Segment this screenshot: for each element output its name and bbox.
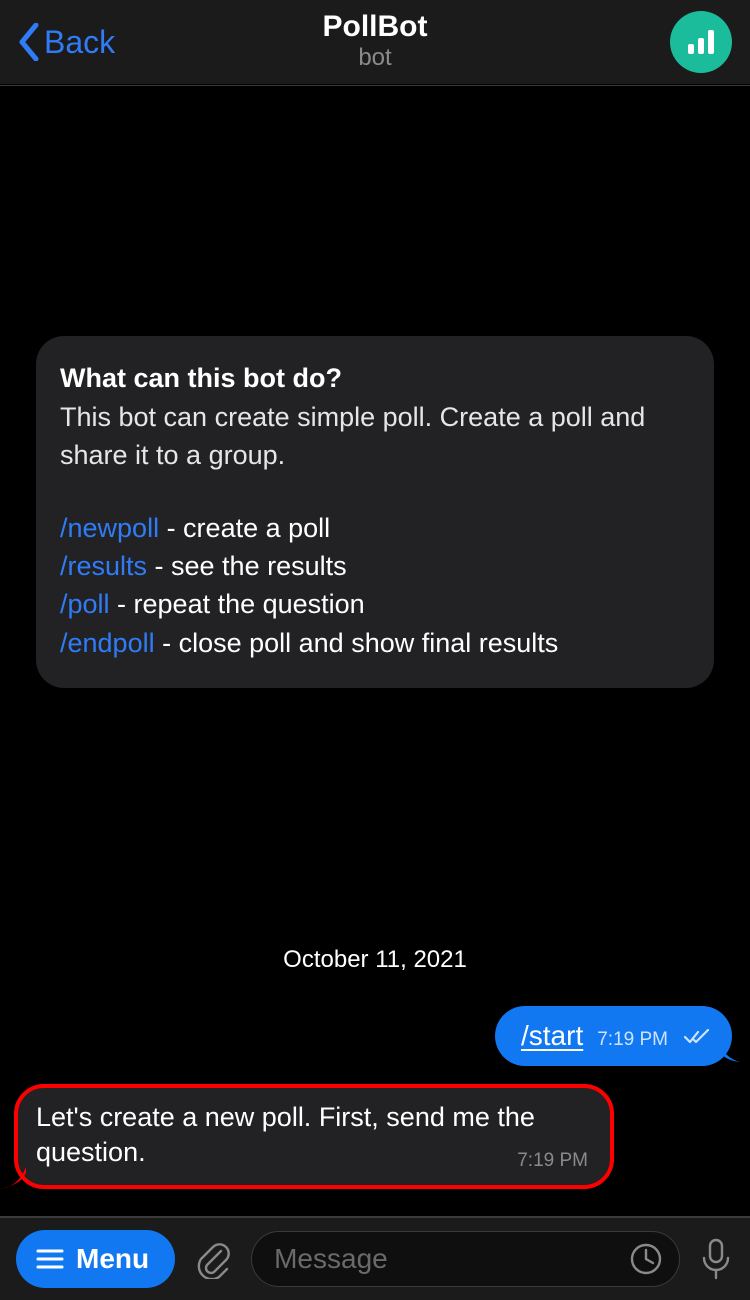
intro-description: This bot can create simple poll. Create … — [60, 399, 690, 474]
command-text: - close poll and show final results — [155, 628, 559, 658]
message-time: 7:19 PM — [517, 1148, 588, 1173]
command-link[interactable]: /endpoll — [60, 628, 155, 658]
command-text: - repeat the question — [110, 589, 365, 619]
intro-heading: What can this bot do? — [60, 360, 690, 397]
command-row: /newpoll - create a poll — [60, 510, 690, 547]
message-text: Let's create a new poll. First, send me … — [36, 1102, 535, 1168]
back-button[interactable]: Back — [18, 23, 115, 61]
paperclip-icon — [193, 1239, 233, 1279]
app-root: Back PollBot bot What can this bot do? T… — [0, 0, 750, 1300]
command-text: - see the results — [147, 551, 347, 581]
bar-chart-icon — [685, 26, 717, 58]
timer-icon — [629, 1242, 663, 1276]
message-input[interactable]: Message — [251, 1231, 680, 1287]
menu-label: Menu — [76, 1243, 149, 1275]
self-destruct-timer-button[interactable] — [629, 1242, 663, 1276]
input-bar: Menu Message — [0, 1216, 750, 1300]
command-row: /endpoll - close poll and show final res… — [60, 625, 690, 662]
message-row-outgoing: /start 7:19 PM — [14, 1006, 736, 1066]
command-row: /results - see the results — [60, 548, 690, 585]
back-label: Back — [44, 24, 115, 61]
chat-header: Back PollBot bot — [0, 0, 750, 85]
input-placeholder: Message — [274, 1243, 388, 1275]
date-separator: October 11, 2021 — [14, 946, 736, 974]
bubble-tail — [718, 1040, 740, 1062]
command-row: /poll - repeat the question — [60, 586, 690, 623]
chevron-left-icon — [18, 23, 40, 61]
bubble-tail-highlight — [0, 1163, 26, 1189]
microphone-icon — [698, 1238, 734, 1280]
message-row-incoming: Let's create a new poll. First, send me … — [14, 1084, 736, 1189]
command-message-text: /start — [521, 1020, 583, 1052]
command-link[interactable]: /poll — [60, 589, 110, 619]
command-link[interactable]: /results — [60, 551, 147, 581]
bot-intro-card: What can this bot do? This bot can creat… — [36, 336, 714, 688]
outgoing-bubble[interactable]: /start 7:19 PM — [495, 1006, 732, 1066]
command-text: - create a poll — [159, 513, 330, 543]
attach-button[interactable] — [193, 1239, 233, 1279]
spacer — [14, 688, 736, 946]
incoming-bubble[interactable]: Let's create a new poll. First, send me … — [14, 1084, 614, 1189]
command-link[interactable]: /newpoll — [60, 513, 159, 543]
chat-body[interactable]: What can this bot do? This bot can creat… — [0, 86, 750, 1210]
chat-avatar[interactable] — [670, 11, 732, 73]
read-ticks-icon — [684, 1029, 710, 1045]
hamburger-icon — [36, 1248, 64, 1270]
voice-message-button[interactable] — [698, 1238, 734, 1280]
incoming-bubble-wrap: Let's create a new poll. First, send me … — [14, 1084, 614, 1189]
menu-button[interactable]: Menu — [16, 1230, 175, 1288]
spacer — [14, 86, 736, 336]
message-time: 7:19 PM — [597, 1029, 668, 1051]
